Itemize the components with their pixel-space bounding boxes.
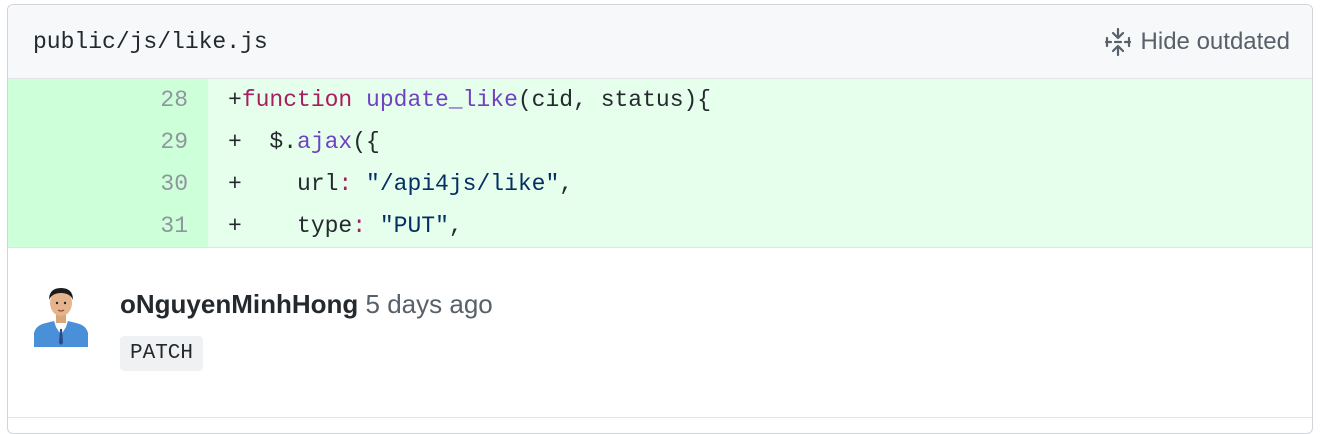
code-token: (cid, status){ <box>517 87 712 113</box>
code-token: "/api4js/like" <box>366 171 560 197</box>
code-token: , <box>559 171 574 197</box>
code-token: + url <box>228 171 339 197</box>
inline-code: PATCH <box>120 336 204 371</box>
avatar[interactable] <box>32 283 90 347</box>
line-number[interactable]: 28 <box>8 79 208 121</box>
line-number[interactable]: 31 <box>8 205 208 247</box>
file-path[interactable]: public/js/like.js <box>33 5 268 79</box>
code-token: + type <box>228 213 353 239</box>
code-token: "PUT" <box>379 213 449 239</box>
code-token: ajax <box>297 129 353 155</box>
code-line: + $.ajax({ <box>208 121 380 163</box>
code-line: + url: "/api4js/like", <box>208 163 573 205</box>
code-token: function <box>241 87 353 113</box>
comment-header: oNguyenMinhHong 5 days ago <box>120 282 493 326</box>
code-token: , <box>448 213 463 239</box>
code-token: ({ <box>352 129 380 155</box>
comment <box>8 248 1312 418</box>
hide-outdated-button[interactable]: Hide outdated <box>1103 5 1290 79</box>
code-token: + $. <box>228 129 298 155</box>
hide-outdated-label: Hide outdated <box>1140 28 1290 55</box>
comment-author[interactable]: oNguyenMinhHong <box>120 289 358 319</box>
code-token: update_like <box>366 87 518 113</box>
line-number[interactable]: 30 <box>8 163 208 205</box>
code-line: + type: "PUT", <box>208 205 463 247</box>
diff-line: 30 + url: "/api4js/like", <box>8 163 1312 205</box>
fold-icon <box>1103 27 1133 57</box>
line-number[interactable]: 29 <box>8 121 208 163</box>
code-token: : <box>338 171 353 197</box>
diff-hunk: 28 +function update_like(cid, status){29 +… <box>8 79 1312 248</box>
code-token: : <box>352 213 367 239</box>
diff-line: 28 +function update_like(cid, status){ <box>8 79 1312 121</box>
file-header: public/js/like.js Hide outdated <box>8 5 1312 79</box>
comment-timestamp[interactable]: 5 days ago <box>366 289 493 319</box>
diff-line: 29 + $.ajax({ <box>8 121 1312 163</box>
comment-body: PATCH <box>120 336 204 371</box>
code-line: +function update_like(cid, status){ <box>208 79 711 121</box>
code-token: + <box>228 87 242 113</box>
diff-line: 31 + type: "PUT", <box>8 205 1312 247</box>
